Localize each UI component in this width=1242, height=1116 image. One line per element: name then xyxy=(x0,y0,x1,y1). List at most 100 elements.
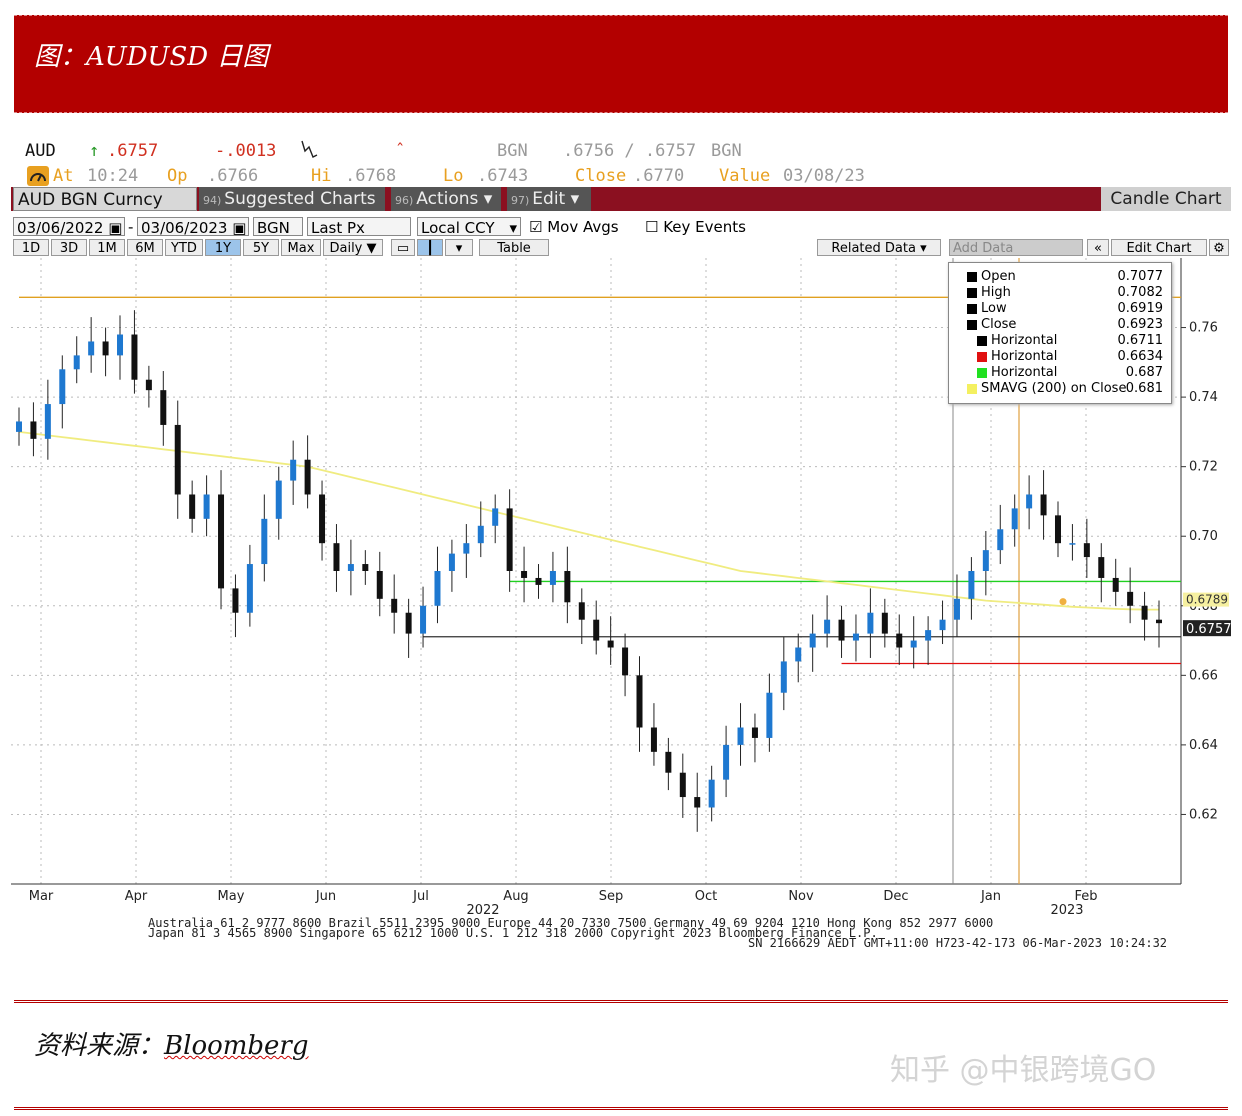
chart-tool-icon[interactable]: ▭ xyxy=(391,239,415,256)
legend-label: SMAVG (200) on Close xyxy=(981,381,1127,396)
candle-body xyxy=(1026,494,1033,509)
end-date-value: 03/06/2023 xyxy=(141,219,228,237)
legend-label: High xyxy=(981,285,1011,300)
candle-body xyxy=(232,588,239,613)
actions-menu[interactable]: 96) Actions ▾ xyxy=(391,187,501,211)
candle-body xyxy=(824,619,831,634)
suggested-charts-button[interactable]: 94) Suggested Charts xyxy=(199,187,385,211)
candle-body xyxy=(896,633,903,648)
candle-body xyxy=(1098,557,1105,578)
high-value: .6768 xyxy=(345,166,397,186)
start-date-input[interactable]: 03/06/2022 ▣ xyxy=(13,217,125,237)
candle-body xyxy=(925,630,932,641)
legend-label: Horizontal xyxy=(991,349,1058,364)
legend-value: 0.6923 xyxy=(1117,317,1164,332)
speedometer-icon[interactable] xyxy=(27,166,49,186)
year-label: 2023 xyxy=(1050,903,1083,918)
legend-value: 0.681 xyxy=(1125,381,1163,396)
sma-marker xyxy=(1059,598,1067,606)
legend-row: Open 0.7077 xyxy=(949,269,1171,285)
candle-body xyxy=(1112,577,1119,592)
x-tick-label: Feb xyxy=(1074,889,1097,904)
add-data-input[interactable]: Add Data xyxy=(949,239,1083,256)
candle-body xyxy=(982,550,989,571)
settings-gear-icon[interactable]: ⚙ xyxy=(1209,239,1229,256)
candle-body xyxy=(420,605,427,634)
value-label: Value xyxy=(719,166,771,186)
calendar-icon[interactable]: ▣ xyxy=(108,219,122,237)
mov-avgs-label: Mov Avgs xyxy=(547,218,619,236)
tab-5y[interactable]: 5Y xyxy=(243,239,279,256)
x-tick-label: Apr xyxy=(125,889,148,904)
tab-ytd[interactable]: YTD xyxy=(165,239,203,256)
legend-value: 0.6634 xyxy=(1117,349,1164,364)
suggested-label: Suggested Charts xyxy=(224,189,376,209)
related-data-menu[interactable]: Related Data ▾ xyxy=(817,239,941,256)
candle-body xyxy=(145,379,152,391)
source-select[interactable]: BGN xyxy=(253,217,303,237)
legend-row: Low 0.6919 xyxy=(949,301,1171,317)
low-value: .6743 xyxy=(477,166,529,186)
source-note: 资料来源：Bloomberg xyxy=(34,1025,309,1062)
x-tick-label: Jan xyxy=(980,889,1001,904)
tab-max[interactable]: Max xyxy=(281,239,321,256)
candle-body xyxy=(362,564,369,571)
edit-menu[interactable]: 97) Edit ▾ xyxy=(507,187,591,211)
candle-body xyxy=(246,564,253,613)
legend-value: 0.7082 xyxy=(1117,285,1164,300)
candle-body xyxy=(189,494,196,519)
candle-body xyxy=(304,459,311,495)
currency-value: Local CCY xyxy=(421,219,495,237)
tab-1m[interactable]: 1M xyxy=(89,239,125,256)
tool-dropdown-icon[interactable]: ▾ xyxy=(445,239,473,256)
mov-avgs-checkbox[interactable]: ☑ Mov Avgs xyxy=(529,217,619,237)
collapse-icon[interactable]: « xyxy=(1087,239,1109,256)
candle-body xyxy=(636,675,643,728)
up-arrow-icon: ↑ xyxy=(89,141,100,161)
legend-value: 0.7077 xyxy=(1117,269,1164,284)
edit-chart-button[interactable]: Edit Chart xyxy=(1111,239,1207,256)
chart-type-label[interactable]: Candle Chart xyxy=(1101,187,1231,211)
candle-body xyxy=(117,334,124,356)
legend-row: Horizontal 0.6711 xyxy=(949,333,1171,349)
legend-swatch xyxy=(967,288,977,298)
currency-select[interactable]: Local CCY ▾ xyxy=(417,217,521,237)
high-label: Hi xyxy=(311,166,332,186)
open-label: Op xyxy=(167,166,188,186)
tab-1d[interactable]: 1D xyxy=(13,239,49,256)
source-name: Bloomberg xyxy=(164,1031,309,1061)
candle-body xyxy=(102,341,109,356)
field-select[interactable]: Last Px xyxy=(307,217,411,237)
candle-body xyxy=(766,692,773,738)
last-price: .6757 xyxy=(107,141,159,161)
table-button[interactable]: Table xyxy=(479,239,549,256)
key-events-checkbox[interactable]: ☐ Key Events xyxy=(645,217,746,237)
candle-body xyxy=(650,727,657,752)
calendar-icon[interactable]: ▣ xyxy=(232,219,246,237)
candle-body xyxy=(1069,543,1076,545)
footer-sn: SN 2166629 AEDT GMT+11:00 H723-42-173 06… xyxy=(748,936,1168,950)
start-date-value: 03/06/2022 xyxy=(17,219,104,237)
tab-6m[interactable]: 6M xyxy=(127,239,163,256)
candle-body xyxy=(1011,508,1018,530)
candle-body xyxy=(160,390,167,425)
candle-body xyxy=(131,334,138,380)
legend-row: Horizontal 0.687 xyxy=(949,365,1171,381)
chart-figure-title: 图：AUDUSD 日图 xyxy=(34,42,269,72)
candle-body xyxy=(809,633,816,648)
candle-body xyxy=(30,421,37,439)
legend-swatch xyxy=(967,304,977,314)
end-date-input[interactable]: 03/06/2023 ▣ xyxy=(137,217,249,237)
candle-body xyxy=(448,553,455,571)
candle-body xyxy=(319,494,326,544)
line-tool-icon[interactable]: ┃ xyxy=(417,239,443,256)
dropdown-arrow-icon: ▾ xyxy=(509,219,517,237)
frequency-select[interactable]: Daily ▼ xyxy=(323,239,383,256)
tab-1y[interactable]: 1Y xyxy=(205,239,241,256)
security-field[interactable]: AUD BGN Curncy xyxy=(13,187,197,211)
tab-3d[interactable]: 3D xyxy=(51,239,87,256)
candle-body xyxy=(939,619,946,631)
menu-bar: AUD BGN Curncy 94) Suggested Charts 96) Ac… xyxy=(11,187,1231,211)
candle-body xyxy=(391,598,398,613)
x-tick-label: Jun xyxy=(315,889,336,904)
